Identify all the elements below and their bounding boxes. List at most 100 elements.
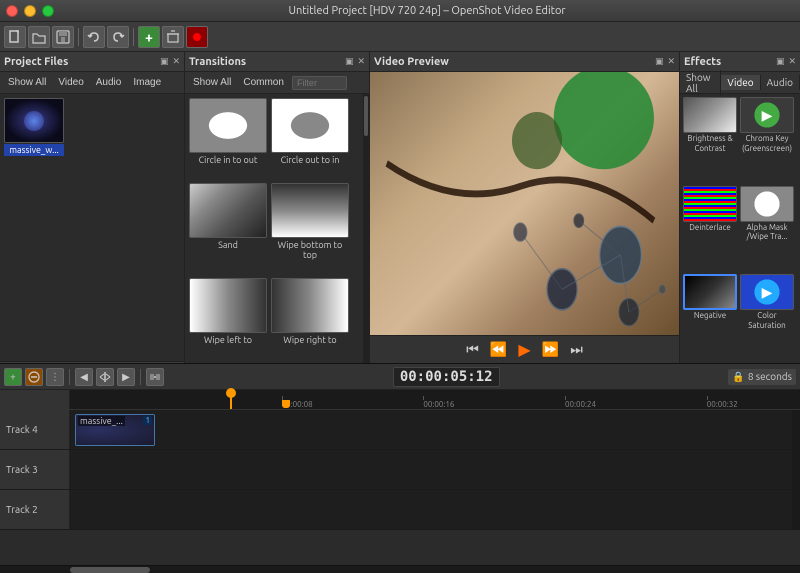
center-timeline-button[interactable] — [96, 368, 114, 386]
list-item[interactable]: Wipe right to — [271, 278, 349, 359]
ruler-mark: 00:00:08 — [282, 400, 313, 409]
effects-title: Effects — [684, 56, 721, 68]
remove-track-button[interactable] — [25, 368, 43, 386]
panel-expand-icon[interactable]: ▣ — [345, 56, 354, 67]
add-button[interactable]: + — [138, 26, 160, 48]
list-item[interactable]: Wipe left to — [189, 278, 267, 359]
video-tab[interactable]: Video — [54, 76, 87, 89]
list-item[interactable]: Alpha Mask /Wipe Tra... — [740, 186, 794, 272]
panel-expand-icon[interactable]: ▣ — [655, 56, 664, 67]
panel-expand-icon[interactable]: ▣ — [776, 56, 785, 67]
panel-expand-icon[interactable]: ▣ — [160, 56, 169, 67]
panel-close-icon[interactable]: ✕ — [172, 56, 180, 67]
new-button[interactable] — [4, 26, 26, 48]
main-toolbar: + — [0, 22, 800, 52]
video-preview-canvas — [370, 72, 679, 335]
panel-close-icon[interactable]: ✕ — [357, 56, 365, 67]
open-button[interactable] — [28, 26, 50, 48]
panel-close-icon[interactable]: ✕ — [788, 56, 796, 67]
track-content[interactable] — [70, 450, 792, 489]
rewind-button[interactable]: ⏪ — [489, 340, 509, 360]
list-item[interactable]: Circle out to in — [271, 98, 349, 179]
trans-common-tab[interactable]: Common — [239, 76, 288, 89]
effects-grid: Brightness & Contrast Chroma Key (Greens… — [680, 94, 800, 363]
file-grid: massive_w... — [0, 94, 184, 160]
undo-button[interactable] — [83, 26, 105, 48]
center-button[interactable]: ⋮ — [46, 368, 64, 386]
show-all-tab[interactable]: Show All — [4, 76, 50, 89]
timeline-clip[interactable]: 1 massive_... — [75, 414, 155, 446]
cursor-head — [226, 388, 236, 398]
track-scrollbar-spacer — [792, 490, 800, 529]
list-item[interactable]: Brightness & Contrast — [683, 97, 737, 183]
preview-title: Video Preview — [374, 56, 449, 68]
effects-tabs: Show All Video Audio — [680, 72, 800, 94]
scrollbar-thumb[interactable] — [70, 567, 150, 573]
clip-number: 1 — [143, 416, 152, 425]
forward-to-end-button[interactable]: ⏭ — [567, 340, 587, 360]
fast-forward-button[interactable]: ⏩ — [541, 340, 561, 360]
panel-header-icons: ▣ ✕ — [655, 56, 675, 67]
minimize-button[interactable] — [24, 5, 36, 17]
effect-thumbnail — [740, 97, 794, 133]
rewind-to-start-button[interactable]: ⏮ — [463, 340, 483, 360]
transitions-title: Transitions — [189, 56, 246, 68]
prev-marker-button[interactable]: ◀ — [75, 368, 93, 386]
effects-show-all-tab[interactable]: Show All — [680, 70, 721, 96]
image-tab[interactable]: Image — [129, 76, 165, 89]
transition-thumbnail — [189, 183, 267, 238]
panel-close-icon[interactable]: ✕ — [667, 56, 675, 67]
timeline-seconds-display: 🔒 8 seconds — [728, 369, 796, 385]
audio-tab[interactable]: Audio — [92, 76, 126, 89]
content-area: Project Files ▣ ✕ Show All Video Audio I… — [0, 52, 800, 363]
list-item[interactable]: Chroma Key (Greenscreen) — [740, 97, 794, 183]
close-button[interactable] — [6, 5, 18, 17]
next-marker-button[interactable]: ▶ — [117, 368, 135, 386]
add-track-button[interactable]: + — [4, 368, 22, 386]
preview-controls: ⏮ ⏪ ▶ ⏩ ⏭ — [370, 335, 679, 363]
timeline-tracks: Track 4 1 massive_... Track 3 Track 2 — [0, 410, 800, 565]
list-item[interactable]: Wipe bottom to top — [271, 183, 349, 274]
redo-button[interactable] — [107, 26, 129, 48]
maximize-button[interactable] — [42, 5, 54, 17]
record-button[interactable] — [186, 26, 208, 48]
play-button[interactable]: ▶ — [515, 340, 535, 360]
list-item[interactable]: Negative — [683, 274, 737, 360]
preview-header: Video Preview ▣ ✕ — [370, 52, 679, 72]
effects-audio-tab[interactable]: Audio — [761, 75, 800, 90]
timeline-scrollbar[interactable] — [0, 565, 800, 573]
list-item[interactable]: Deinterlace — [683, 186, 737, 272]
transitions-filter-input[interactable] — [292, 76, 347, 90]
timeline-panel: + ⋮ ◀ ▶ 00:00:05:12 🔒 8 seconds 00:00:08 — [0, 363, 800, 573]
file-label: massive_w... — [4, 144, 64, 156]
transitions-panel: Transitions ▣ ✕ Show All Common Circle i… — [185, 52, 370, 363]
save-button[interactable] — [52, 26, 74, 48]
effects-video-tab[interactable]: Video — [721, 75, 760, 90]
panel-header-icons: ▣ ✕ — [776, 56, 796, 67]
track-content[interactable] — [70, 490, 792, 529]
scrollbar-thumb[interactable] — [364, 96, 368, 136]
project-files-panel: Project Files ▣ ✕ Show All Video Audio I… — [0, 52, 184, 362]
clip-label: massive_... — [78, 416, 125, 426]
effect-label: Brightness & Contrast — [683, 134, 737, 153]
snap-button[interactable] — [146, 368, 164, 386]
seconds-label: 8 seconds — [748, 371, 792, 382]
file-thumbnail — [4, 98, 64, 143]
list-item[interactable]: Sand — [189, 183, 267, 274]
track-label: Track 3 — [0, 450, 70, 489]
transition-thumbnail — [271, 183, 349, 238]
list-item[interactable]: massive_w... — [4, 98, 64, 156]
ruler-track-label-spacer — [0, 390, 70, 409]
list-item[interactable]: Circle in to out — [189, 98, 267, 179]
video-preview-panel: Video Preview ▣ ✕ — [370, 52, 680, 363]
remove-button[interactable] — [162, 26, 184, 48]
project-files-subtoolbar: Show All Video Audio Image — [0, 72, 184, 94]
effect-thumbnail — [683, 97, 737, 133]
track-content[interactable]: 1 massive_... — [70, 410, 792, 449]
effect-thumbnail — [740, 186, 794, 222]
separator — [133, 28, 134, 46]
list-item[interactable]: Color Saturation — [740, 274, 794, 360]
trans-show-all-tab[interactable]: Show All — [189, 76, 235, 89]
titlebar: Untitled Project [HDV 720 24p] – OpenSho… — [0, 0, 800, 22]
transitions-scrollbar[interactable] — [363, 94, 369, 363]
